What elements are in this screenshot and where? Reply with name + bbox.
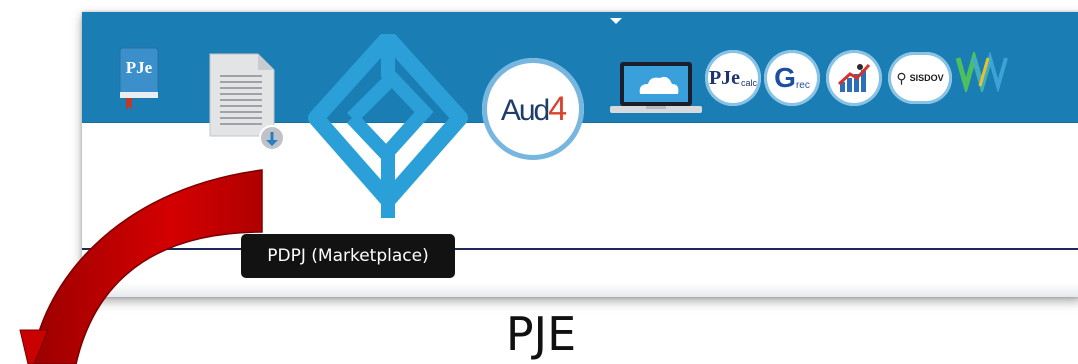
page-caption: PJE	[505, 307, 577, 361]
